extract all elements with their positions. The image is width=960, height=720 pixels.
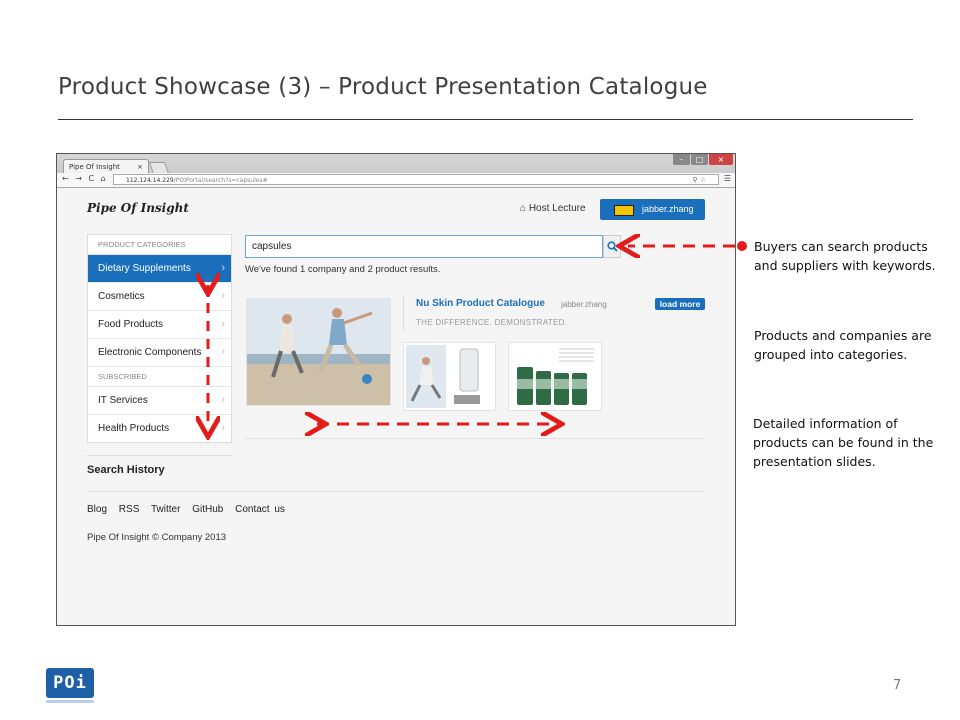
- annotation-line: Products and companies are: [754, 328, 932, 343]
- slide-image: [406, 345, 480, 408]
- host-lecture-link[interactable]: ⌂ Host Lecture: [520, 203, 586, 214]
- chevron-right-icon: ›: [221, 290, 225, 302]
- minimize-icon[interactable]: –: [673, 154, 690, 165]
- search-input[interactable]: capsules: [245, 235, 603, 258]
- address-bar-row: ← → C ⌂ 112.124.14.229/POIPortal/search?…: [57, 173, 735, 187]
- load-more-button[interactable]: load more: [655, 298, 705, 310]
- close-window-icon[interactable]: ×: [709, 154, 733, 165]
- categories-heading: PRODUCT CATEGORIES: [88, 235, 231, 255]
- address-bar[interactable]: 112.124.14.229/POIPortal/search?s=capsul…: [113, 174, 719, 185]
- footer-link-twitter[interactable]: Twitter: [151, 504, 180, 515]
- divider: [87, 491, 705, 492]
- url-host: 112.124.14.229: [126, 177, 174, 184]
- beach-photo-image: [247, 299, 390, 405]
- annotation-line: presentation slides.: [753, 454, 876, 469]
- browser-tab-strip: Pipe Of Insight × – □ × ← → C ⌂ 112.124.…: [57, 154, 735, 188]
- web-page: Pipe Of Insight ⌂ Host Lecture jabber.zh…: [57, 188, 735, 625]
- host-lecture-label: Host Lecture: [528, 203, 586, 214]
- search-button[interactable]: [603, 235, 621, 258]
- annotation-line: grouped into categories.: [754, 347, 908, 362]
- chevron-right-icon: ›: [221, 422, 225, 434]
- category-list: PRODUCT CATEGORIES Dietary Supplements ›…: [87, 234, 232, 443]
- footer-link-contact[interactable]: Contact us: [235, 504, 285, 515]
- poi-logo: POi: [46, 668, 94, 703]
- tab-close-icon[interactable]: ×: [137, 160, 143, 174]
- window-controls: – □ ×: [672, 154, 733, 165]
- nav-buttons[interactable]: ← → C ⌂: [62, 174, 108, 183]
- sidebar-item-label: Electronic Components: [98, 347, 202, 358]
- company-logo-icon: [614, 205, 634, 216]
- sidebar: PRODUCT CATEGORIES Dietary Supplements ›…: [87, 234, 232, 443]
- sidebar-item-label: IT Services: [98, 395, 148, 406]
- subscribed-heading: SUBSCRIBED: [88, 367, 231, 387]
- maximize-icon[interactable]: □: [691, 154, 708, 165]
- sidebar-item-it-services[interactable]: IT Services ›: [88, 387, 231, 415]
- category-annotation: Products and companies are grouped into …: [754, 326, 932, 364]
- footer-link-blog[interactable]: Blog: [87, 504, 107, 515]
- catalogue-title-link[interactable]: Nu Skin Product Catalogue: [416, 298, 545, 309]
- annotation-line: Buyers can search products: [754, 239, 928, 254]
- catalogue-author: jabber.zhang: [561, 300, 607, 309]
- annotation-line: products can be found in the: [753, 435, 934, 450]
- user-name: jabber.zhang: [642, 204, 694, 214]
- user-account-button[interactable]: jabber.zhang: [600, 199, 705, 220]
- sidebar-item-cosmetics[interactable]: Cosmetics ›: [88, 283, 231, 311]
- footer-link-rss[interactable]: RSS: [119, 504, 140, 515]
- chevron-right-icon: ›: [221, 262, 225, 274]
- search-history-heading[interactable]: Search History: [87, 464, 165, 476]
- slide-thumbnail-2[interactable]: [508, 342, 602, 411]
- slides-annotation: Detailed information of products can be …: [753, 414, 933, 471]
- footer-link-github[interactable]: GitHub: [192, 504, 223, 515]
- divider: [245, 438, 705, 439]
- browser-window: Pipe Of Insight × – □ × ← → C ⌂ 112.124.…: [56, 153, 736, 626]
- results-summary: We've found 1 company and 2 product resu…: [245, 264, 441, 275]
- annotation-line: and suppliers with keywords.: [754, 258, 936, 273]
- slide-title: Product Showcase (3) – Product Presentat…: [58, 74, 708, 100]
- sidebar-item-label: Cosmetics: [98, 291, 145, 302]
- sidebar-item-health-products[interactable]: Health Products ›: [88, 415, 231, 442]
- sidebar-item-label: Health Products: [98, 423, 170, 434]
- chevron-right-icon: ›: [221, 318, 225, 330]
- sidebar-item-dietary-supplements[interactable]: Dietary Supplements ›: [88, 255, 231, 283]
- title-divider: [58, 119, 913, 120]
- browser-menu-icon[interactable]: ☰: [724, 174, 731, 183]
- catalogue-tagline: THE DIFFERENCE. DEMONSTRATED.: [416, 318, 568, 327]
- page-number: 7: [893, 678, 902, 693]
- brand-logo[interactable]: Pipe Of Insight: [87, 201, 189, 215]
- zoom-star-icons[interactable]: ⚲ ☆: [692, 175, 706, 186]
- divider: [403, 296, 404, 330]
- annotation-line: Detailed information of: [753, 416, 898, 431]
- chevron-right-icon: ›: [221, 346, 225, 358]
- home-icon: ⌂: [520, 203, 527, 214]
- browser-tab-title: Pipe Of Insight: [69, 163, 120, 171]
- sidebar-item-label: Food Products: [98, 319, 164, 330]
- divider: [87, 455, 232, 456]
- sidebar-item-food-products[interactable]: Food Products ›: [88, 311, 231, 339]
- chevron-right-icon: ›: [221, 394, 225, 406]
- search-icon: [606, 241, 618, 252]
- footer-links: Blog RSS Twitter GitHub Contact us: [87, 504, 292, 515]
- url-path: /POIPortal/search?s=capsules#: [173, 177, 268, 184]
- slide-thumbnail-1[interactable]: [403, 342, 496, 411]
- browser-tab[interactable]: Pipe Of Insight ×: [63, 159, 149, 173]
- search-annotation: Buyers can search products and suppliers…: [754, 237, 936, 275]
- copyright-text: Pipe Of Insight © Company 2013: [87, 532, 227, 543]
- sidebar-item-label: Dietary Supplements: [98, 263, 191, 274]
- slide-image: [517, 348, 594, 405]
- catalogue-cover-image[interactable]: [246, 298, 391, 406]
- sidebar-item-electronic-components[interactable]: Electronic Components ›: [88, 339, 231, 367]
